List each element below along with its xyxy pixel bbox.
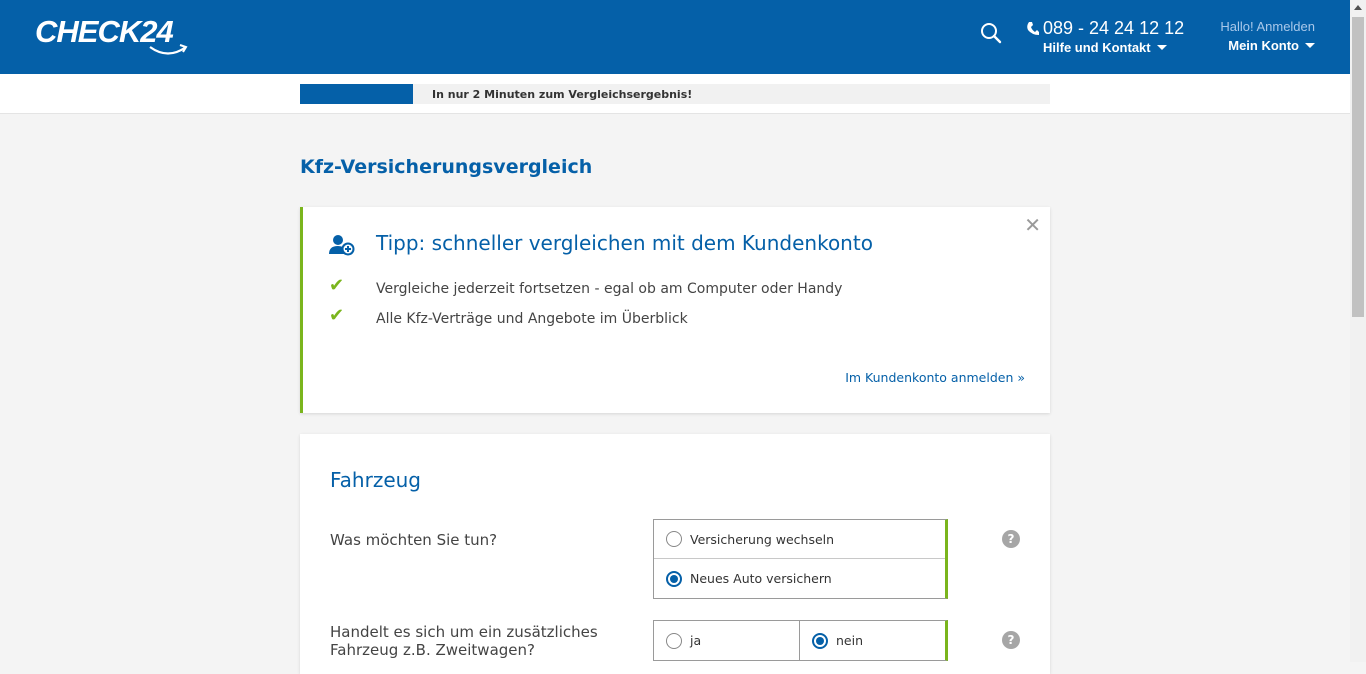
vehicle-form-card: Fahrzeug Was möchten Sie tun? Versicheru… <box>300 434 1050 674</box>
scroll-up-arrow-icon[interactable] <box>1354 5 1362 10</box>
login-link[interactable]: Hallo! Anmelden <box>1210 19 1315 34</box>
question-label-second-vehicle: Handelt es sich um ein zusätzliches Fahr… <box>330 623 598 659</box>
radio-button[interactable] <box>666 570 682 587</box>
user-add-icon <box>329 235 355 256</box>
progress-bar: In nur 2 Minuten zum Vergleichsergebnis! <box>300 84 1050 104</box>
radio-option-label: Versicherung wechseln <box>690 531 835 547</box>
question-label-line: Fahrzeug z.B. Zweitwagen? <box>330 641 535 659</box>
tip-benefit-item: Vergleiche jederzeit fortsetzen - egal o… <box>376 281 843 297</box>
radio-option-label: nein <box>836 633 864 648</box>
check-icon: ✔ <box>329 305 345 326</box>
radio-button[interactable] <box>666 632 682 649</box>
tip-benefit-item: Alle Kfz-Verträge und Angebote im Überbl… <box>376 311 688 327</box>
action-radio-group: Versicherung wechseln Neues Auto versich… <box>653 519 948 599</box>
phone-number[interactable]: 089 - 24 24 12 12 <box>1043 18 1184 39</box>
help-contact-link[interactable]: Hilfe und Kontakt <box>1043 40 1151 55</box>
top-header: CHECK24 089 - 24 24 12 12 Hilfe und Kont… <box>0 0 1350 74</box>
section-title-vehicle: Fahrzeug <box>330 468 421 492</box>
radio-option-label: Neues Auto versichern <box>690 571 832 586</box>
phone-icon <box>1027 22 1039 35</box>
question-label-action: Was möchten Sie tun? <box>330 531 498 549</box>
chevron-down-icon <box>1305 43 1315 48</box>
radio-option-insure-new-car[interactable]: Neues Auto versichern <box>654 559 945 598</box>
close-icon[interactable]: ✕ <box>1024 215 1041 235</box>
logo-swoosh-icon <box>149 44 188 55</box>
radio-option-no[interactable]: nein <box>800 621 945 660</box>
question-label-line: Handelt es sich um ein zusätzliches <box>330 623 598 641</box>
scrollbar[interactable] <box>1350 0 1366 662</box>
my-account-link[interactable]: Mein Konto <box>1228 38 1299 53</box>
progress-bar-fill <box>300 84 413 104</box>
chevron-down-icon <box>1156 45 1167 50</box>
check-icon: ✔ <box>329 275 345 296</box>
progress-strip: In nur 2 Minuten zum Vergleichsergebnis! <box>0 74 1350 114</box>
scrollbar-thumb[interactable] <box>1352 17 1364 317</box>
contact-block[interactable]: 089 - 24 24 12 12 Hilfe und Kontakt <box>1026 18 1184 55</box>
search-icon[interactable] <box>980 22 1002 44</box>
page-title: Kfz-Versicherungsvergleich <box>300 156 593 178</box>
account-block[interactable]: Hallo! Anmelden Mein Konto <box>1210 19 1315 53</box>
progress-text: In nur 2 Minuten zum Vergleichsergebnis! <box>432 88 693 101</box>
customer-account-tip: ✕ Tipp: schneller vergleichen mit dem Ku… <box>300 207 1050 413</box>
radio-button[interactable] <box>666 531 682 547</box>
radio-option-yes[interactable]: ja <box>654 621 800 660</box>
radio-option-change-insurance[interactable]: Versicherung wechseln <box>654 520 945 559</box>
customer-account-login-link[interactable]: Im Kundenkonto anmelden » <box>845 370 1025 385</box>
help-icon[interactable]: ? <box>1002 530 1020 548</box>
help-icon[interactable]: ? <box>1002 631 1020 649</box>
radio-button[interactable] <box>812 632 828 649</box>
second-vehicle-radio-group: ja nein <box>653 620 948 661</box>
radio-option-label: ja <box>690 633 702 648</box>
tip-title: Tipp: schneller vergleichen mit dem Kund… <box>376 231 873 255</box>
